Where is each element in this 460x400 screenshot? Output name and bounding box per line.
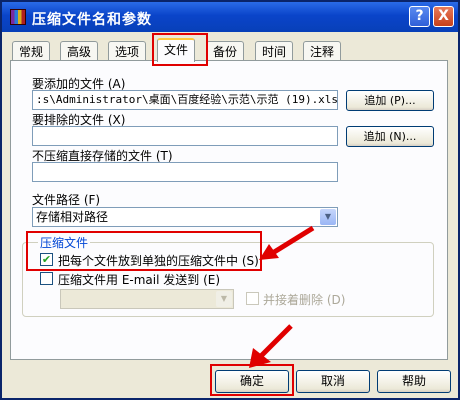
tab-options[interactable]: 选项 [108, 41, 147, 61]
delete-after-checkbox [246, 292, 259, 305]
help-title-button[interactable]: ? [409, 6, 430, 27]
winrar-icon [10, 9, 26, 25]
title-bar[interactable]: 压缩文件名和参数 ? X [2, 2, 458, 32]
email-label[interactable]: 压缩文件用 E-mail 发送到 (E) [58, 271, 220, 288]
email-checkbox[interactable] [40, 272, 53, 285]
arrow-pointer-icon [249, 324, 293, 368]
file-path-label: 文件路径 (F) [32, 193, 101, 207]
help-button[interactable]: 帮助 [377, 370, 451, 393]
window-title: 压缩文件名和参数 [32, 12, 152, 28]
dialog-window: 压缩文件名和参数 ? X 常规 高级 选项 文件 备份 时间 注释 要添加的文件… [0, 0, 460, 400]
tab-backup[interactable]: 备份 [206, 41, 245, 61]
file-path-value: 存储相对路径 [36, 210, 109, 224]
tab-files[interactable]: 文件 [157, 38, 196, 62]
delete-after-label: 并接着删除 (D) [263, 293, 346, 307]
add-files-input[interactable]: :s\Administrator\桌面\百度经验\示范\示范 (19).xlsx… [32, 90, 338, 110]
email-recipient-select: ▼ [60, 289, 234, 309]
highlight-box-separate-archive [26, 231, 262, 271]
tab-advanced[interactable]: 高级 [60, 41, 99, 61]
tab-time[interactable]: 时间 [255, 41, 294, 61]
append-files-button[interactable]: 追加 (P)... [346, 90, 434, 111]
arrow-pointer-icon [259, 225, 315, 260]
cancel-button[interactable]: 取消 [296, 370, 370, 393]
exclude-files-input[interactable] [32, 126, 338, 146]
tab-general[interactable]: 常规 [12, 41, 51, 61]
no-compress-input[interactable] [32, 162, 338, 182]
append-exclude-button[interactable]: 追加 (N)... [346, 126, 434, 147]
close-button[interactable]: X [433, 6, 454, 27]
chevron-down-icon[interactable]: ▼ [320, 209, 336, 225]
chevron-down-icon: ▼ [216, 291, 232, 307]
tab-comment[interactable]: 注释 [303, 41, 342, 61]
